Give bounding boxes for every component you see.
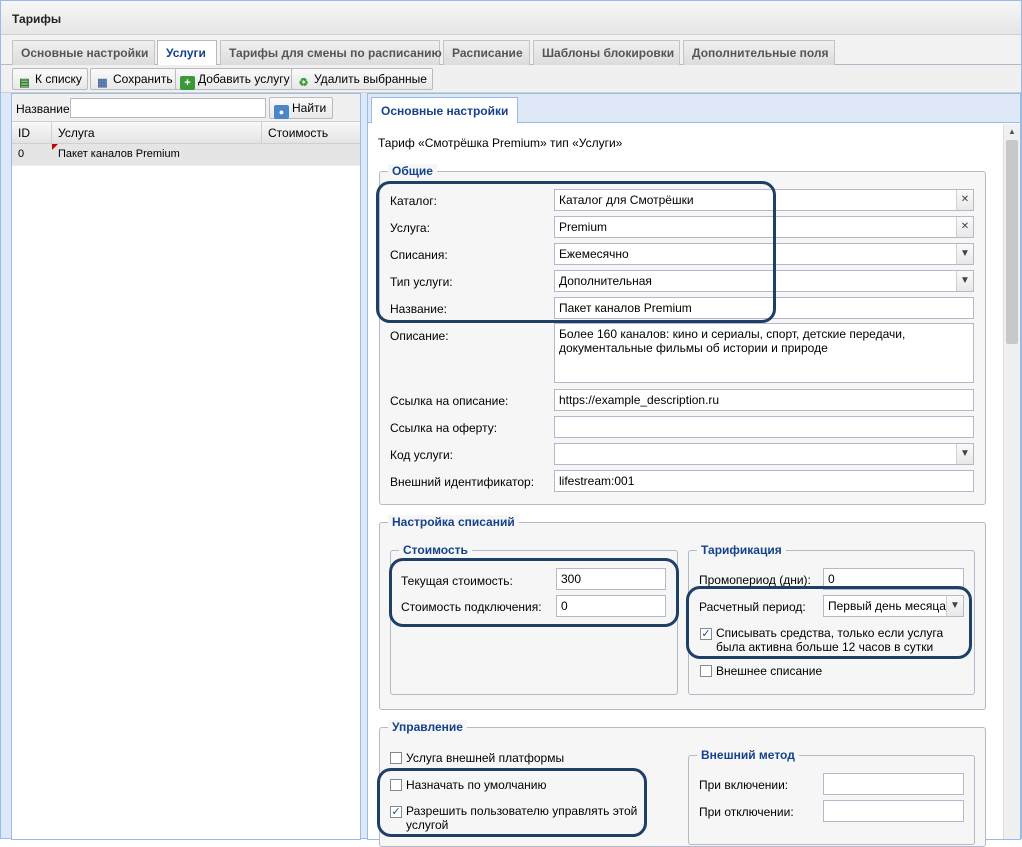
management-legend: Управление	[388, 720, 467, 734]
toolbar: ▤ К списку ▦ Сохранить + Добавить услугу ♻ У…	[1, 65, 1021, 93]
on-enable-field[interactable]	[823, 773, 964, 795]
offer-link-field[interactable]	[554, 416, 974, 438]
external-method-legend: Внешний метод	[697, 748, 799, 762]
add-service-button[interactable]: + Добавить услугу	[175, 68, 296, 90]
default-assign-checkbox[interactable]	[390, 779, 402, 791]
column-header-id[interactable]: ID	[12, 122, 52, 144]
search-row: Название: ● Найти	[12, 94, 360, 122]
cost-legend: Стоимость	[399, 543, 472, 557]
default-assign-label: Назначать по умолчанию	[406, 778, 547, 792]
description-textarea[interactable]: Более 160 каналов: кино и сериалы, спорт…	[554, 323, 974, 383]
chevron-down-icon[interactable]: ▼	[956, 244, 973, 264]
tab-schedule-tariffs[interactable]: Тарифы для смены по расписанию	[220, 40, 442, 65]
description-label: Описание:	[390, 329, 449, 343]
external-id-label: Внешний идентификатор:	[390, 475, 535, 489]
current-cost-label: Текущая стоимость:	[401, 574, 513, 588]
grid-header: ID Услуга Стоимость	[12, 122, 360, 144]
external-platform-label: Услуга внешней платформы	[406, 751, 565, 765]
service-code-select[interactable]: ▼	[554, 443, 974, 465]
charge-active-label: Списывать средства, только если услуга б…	[716, 626, 944, 654]
magnifier-icon: ●	[274, 105, 289, 119]
main-tabstrip: Основные настройки Услуги Тарифы для сме…	[1, 35, 1021, 66]
list-icon: ▤	[19, 77, 30, 89]
charges-setup-legend: Настройка списаний	[388, 515, 519, 529]
vertical-scrollbar[interactable]: ▲	[1003, 124, 1020, 839]
external-charge-label: Внешнее списание	[716, 664, 823, 678]
allow-user-checkbox[interactable]: ✓	[390, 806, 402, 818]
tab-extra-fields[interactable]: Дополнительные поля	[683, 40, 835, 65]
scroll-thumb[interactable]	[1006, 140, 1018, 344]
tariffs-window: Тарифы Основные настройки Услуги Тарифы …	[0, 0, 1022, 847]
charges-select[interactable]: Ежемесячно ▼	[554, 243, 974, 265]
recycle-icon: ♻	[298, 77, 309, 89]
chevron-down-icon[interactable]: ▼	[956, 271, 973, 291]
search-input[interactable]	[70, 98, 266, 118]
detail-tabstrip: Основные настройки	[368, 94, 1020, 123]
table-row[interactable]: 0 Пакет каналов Premium	[12, 144, 360, 166]
column-header-cost[interactable]: Стоимость	[262, 122, 360, 144]
column-header-service[interactable]: Услуга	[52, 122, 262, 144]
allow-user-label: Разрешить пользователю управлять этой ус…	[406, 804, 638, 832]
tab-lock-templates[interactable]: Шаблоны блокировки	[533, 40, 680, 65]
charges-label: Списания:	[390, 248, 448, 262]
on-disable-label: При отключении:	[699, 805, 794, 819]
description-link-label: Ссылка на описание:	[390, 394, 509, 408]
row-service: Пакет каналов Premium	[58, 148, 180, 160]
current-cost-field[interactable]: 300	[556, 568, 666, 590]
service-type-label: Тип услуги:	[390, 275, 453, 289]
offer-link-label: Ссылка на оферту:	[390, 421, 498, 435]
window-title: Тарифы	[12, 12, 62, 26]
service-label: Услуга:	[390, 221, 430, 235]
tab-services[interactable]: Услуги	[157, 40, 217, 66]
external-charge-checkbox[interactable]	[700, 665, 712, 677]
tab-schedule[interactable]: Расписание	[443, 40, 530, 65]
window-title-bar: Тарифы	[1, 1, 1021, 35]
floppy-icon: ▦	[97, 77, 108, 89]
chevron-down-icon[interactable]: ▼	[946, 596, 963, 616]
scroll-up-icon[interactable]: ▲	[1004, 124, 1020, 139]
row-cost	[262, 144, 360, 152]
service-code-label: Код услуги:	[390, 448, 454, 462]
save-button[interactable]: ▦ Сохранить	[90, 68, 179, 90]
search-label: Название:	[16, 102, 73, 116]
name-label: Название:	[390, 302, 447, 316]
billing-period-label: Расчетный период:	[699, 600, 806, 614]
connection-cost-field[interactable]: 0	[556, 595, 666, 617]
find-button[interactable]: ● Найти	[269, 97, 334, 119]
on-enable-label: При включении:	[699, 778, 789, 792]
billing-period-select[interactable]: Первый день месяца ▼	[823, 595, 964, 617]
delete-selected-button[interactable]: ♻ Удалить выбранные	[291, 68, 433, 90]
charge-active-checkbox[interactable]: ✓	[700, 628, 712, 640]
service-field[interactable]: Premium ✕	[554, 216, 974, 238]
catalog-field[interactable]: Каталог для Смотрёшки ✕	[554, 189, 974, 211]
services-list-panel: Название: ● Найти ID Услуга Стоимость 0 П…	[11, 93, 361, 840]
name-field[interactable]: Пакет каналов Premium	[554, 297, 974, 319]
on-disable-field[interactable]	[823, 800, 964, 822]
external-id-field[interactable]: lifestream:001	[554, 470, 974, 492]
general-legend: Общие	[388, 164, 437, 178]
close-icon[interactable]: ✕	[956, 217, 973, 237]
promo-period-field[interactable]: 0	[823, 568, 964, 590]
service-type-select[interactable]: Дополнительная ▼	[554, 270, 974, 292]
external-platform-checkbox[interactable]	[390, 752, 402, 764]
close-icon[interactable]: ✕	[956, 190, 973, 210]
chevron-down-icon[interactable]: ▼	[956, 444, 973, 464]
to-list-button[interactable]: ▤ К списку	[12, 68, 88, 90]
catalog-label: Каталог:	[390, 194, 437, 208]
promo-period-label: Промопериод (дни):	[699, 573, 811, 587]
tab-detail-main-settings[interactable]: Основные настройки	[371, 97, 519, 123]
tab-main-settings[interactable]: Основные настройки	[12, 40, 155, 65]
billing-legend: Тарификация	[697, 543, 786, 557]
description-link-field[interactable]: https://example_description.ru	[554, 389, 974, 411]
connection-cost-label: Стоимость подключения:	[401, 600, 542, 614]
tariff-header-text: Тариф «Смотрёшка Premium» тип «Услуги»	[378, 136, 623, 150]
plus-icon: +	[180, 76, 195, 90]
row-id: 0	[18, 148, 25, 160]
